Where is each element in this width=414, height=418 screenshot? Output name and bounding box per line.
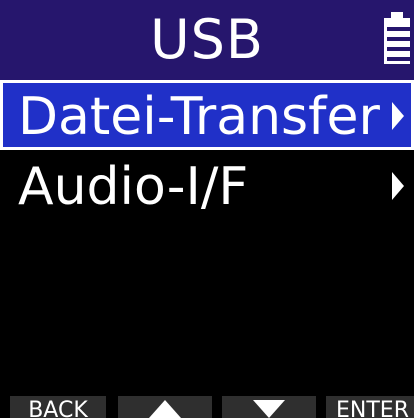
arrow-down-icon: [253, 400, 285, 418]
back-button[interactable]: BACK: [10, 396, 106, 418]
menu-item-label: Datei-Transfer: [18, 87, 380, 147]
chevron-right-icon: [392, 172, 404, 200]
title-bar: USB: [0, 0, 414, 80]
page-title: USB: [150, 8, 264, 71]
menu-list: Datei-Transfer Audio-I/F: [0, 80, 414, 220]
arrow-up-icon: [149, 400, 181, 418]
up-button[interactable]: [118, 396, 212, 418]
device-screen: USB Datei-Transfer Audio-I/F BACK ENTER: [0, 0, 414, 418]
function-key-bar: BACK ENTER: [0, 394, 414, 418]
enter-button[interactable]: ENTER: [326, 396, 414, 418]
chevron-right-icon: [392, 102, 404, 130]
menu-item-audio-if[interactable]: Audio-I/F: [0, 150, 414, 220]
down-button[interactable]: [222, 396, 316, 418]
menu-item-label: Audio-I/F: [18, 157, 249, 217]
menu-item-datei-transfer[interactable]: Datei-Transfer: [0, 80, 414, 150]
battery-icon: [384, 12, 410, 64]
